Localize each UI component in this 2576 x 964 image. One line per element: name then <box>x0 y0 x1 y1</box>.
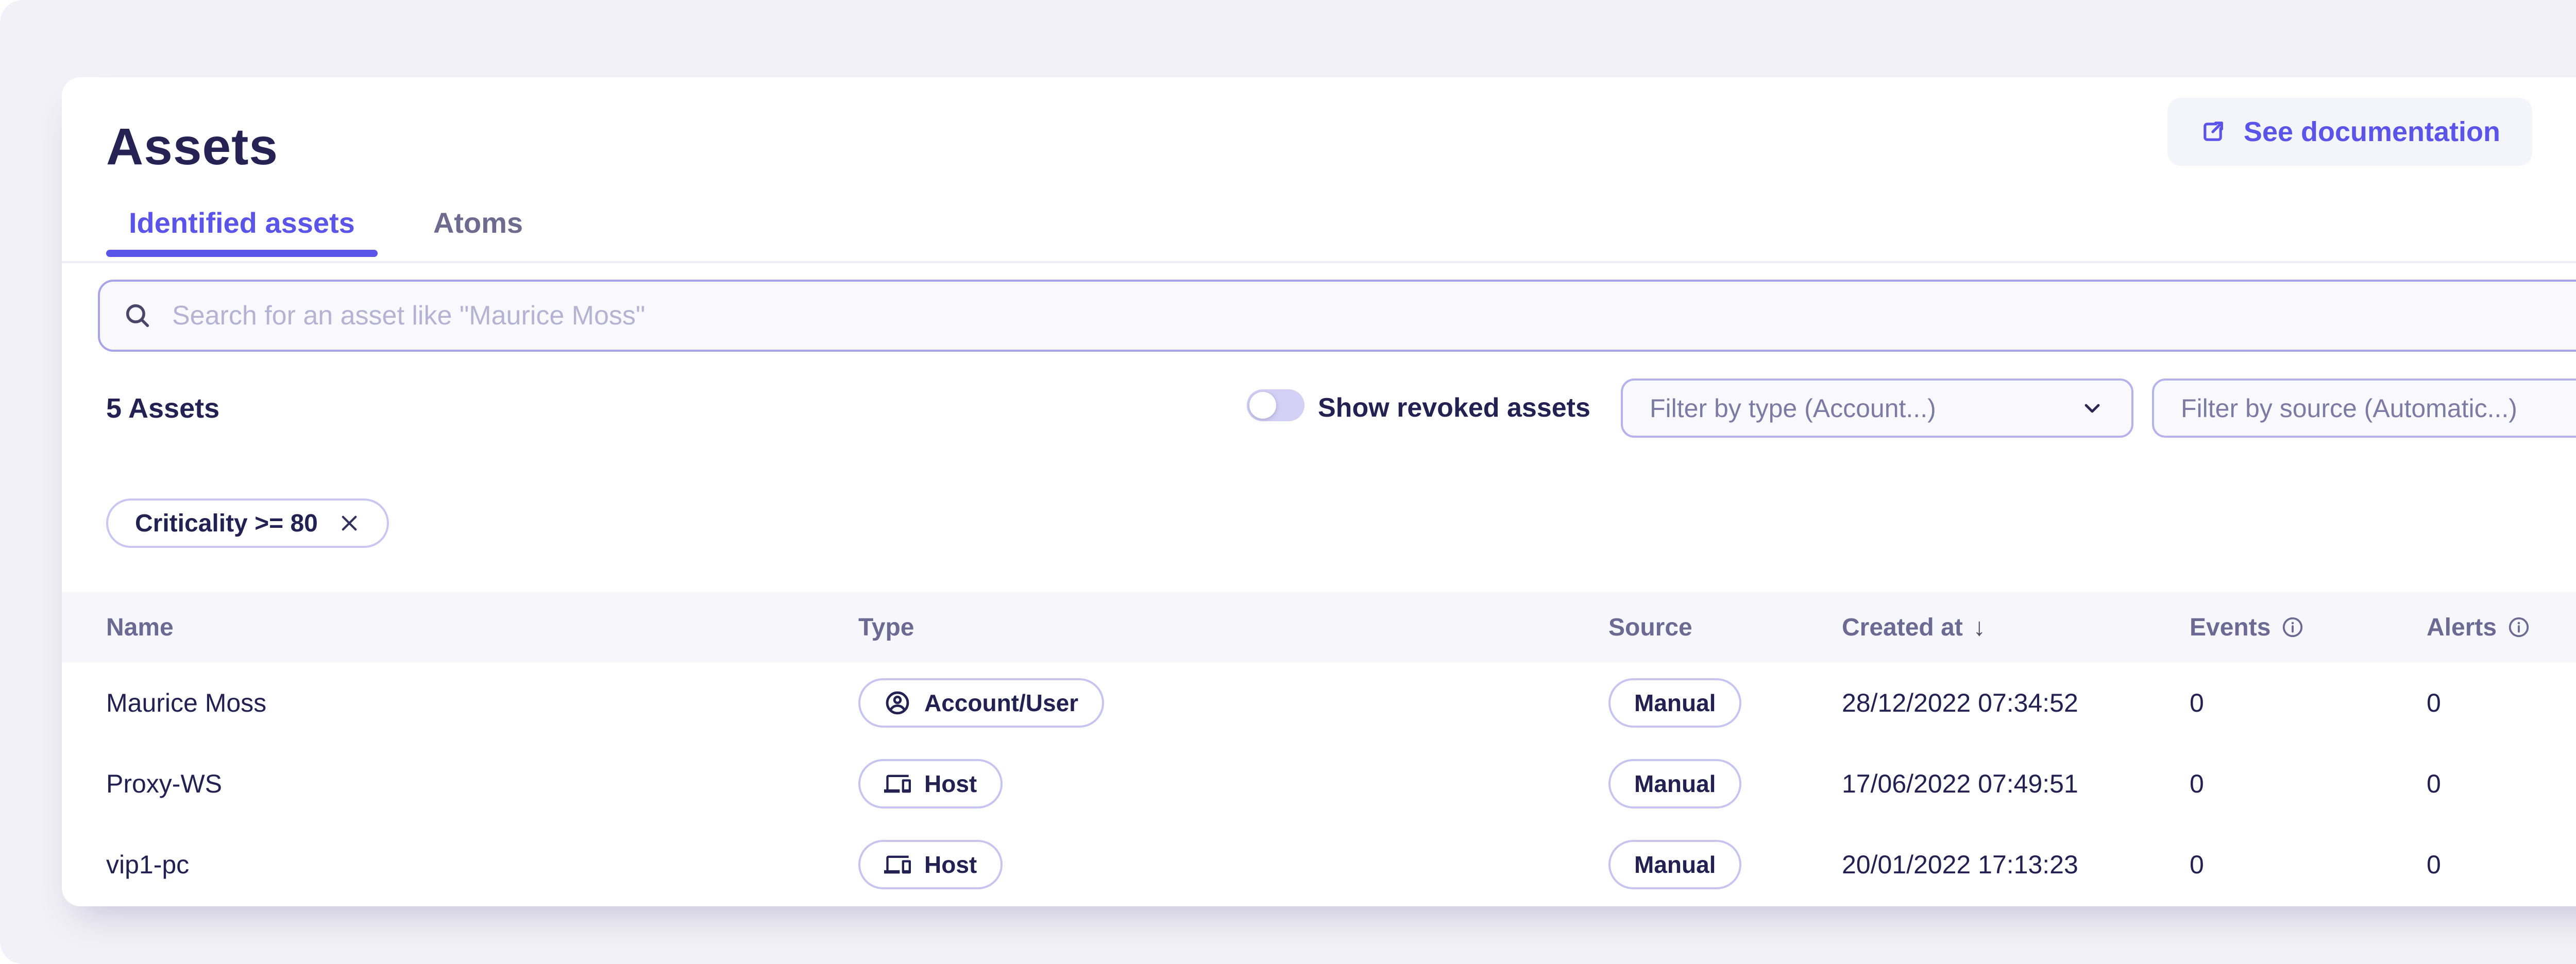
tab-identified-assets[interactable]: Identified assets <box>106 206 378 257</box>
table-body: Maurice Moss Account/User Manual 28/12/2… <box>62 662 2576 905</box>
host-icon <box>884 770 911 797</box>
source-chip: Manual <box>1608 678 1741 728</box>
type-chip: Host <box>858 759 1003 808</box>
criticality-filter-label: Criticality >= 80 <box>135 509 318 538</box>
show-revoked-toggle[interactable] <box>1247 389 1304 421</box>
table-row[interactable]: Proxy-WS Host Manual 17/06/2022 07:49:51… <box>62 743 2576 824</box>
source-chip-label: Manual <box>1634 851 1716 879</box>
show-revoked-label: Show revoked assets <box>1318 392 1590 423</box>
filter-by-type-select[interactable]: Filter by type (Account...) <box>1621 378 2133 438</box>
account-icon <box>884 690 911 716</box>
alerts-value: 0 <box>2427 769 2576 799</box>
type-chip-label: Host <box>924 851 977 879</box>
created-at-value: 17/06/2022 07:49:51 <box>1842 769 2190 799</box>
filter-by-source-value: Filter by source (Automatic...) <box>2181 393 2517 423</box>
events-value: 0 <box>2190 769 2427 799</box>
source-chip: Manual <box>1608 840 1741 889</box>
host-icon <box>884 851 911 878</box>
search-bar <box>98 280 2576 352</box>
info-icon[interactable] <box>2281 615 2304 639</box>
external-link-icon <box>2199 118 2226 145</box>
criticality-filter-chip[interactable]: Criticality >= 80 <box>106 498 389 548</box>
type-chip-label: Account/User <box>924 689 1078 717</box>
column-header-alerts[interactable]: Alerts <box>2427 613 2576 642</box>
asset-name: Maurice Moss <box>106 688 858 718</box>
see-documentation-label: See documentation <box>2244 116 2500 148</box>
page-title: Assets <box>106 117 278 177</box>
alerts-value: 0 <box>2427 850 2576 880</box>
type-chip: Account/User <box>858 678 1104 728</box>
column-header-type[interactable]: Type <box>858 613 1608 642</box>
column-header-events[interactable]: Events <box>2190 613 2427 642</box>
table-row[interactable]: Maurice Moss Account/User Manual 28/12/2… <box>62 662 2576 743</box>
info-icon[interactable] <box>2507 615 2531 639</box>
tabs: Identified assets Atoms <box>106 206 546 257</box>
toggle-knob <box>1249 392 1276 419</box>
assets-card: Assets See documentation + New asset Ide… <box>62 77 2576 906</box>
source-chip-label: Manual <box>1634 770 1716 798</box>
tabs-divider <box>62 261 2576 263</box>
tab-atoms[interactable]: Atoms <box>411 206 546 257</box>
search-input[interactable] <box>171 300 2576 332</box>
page-background: Assets See documentation + New asset Ide… <box>0 0 2576 964</box>
table-header: Name Type Source Created at ↓ Events Ale… <box>62 592 2576 662</box>
search-icon <box>123 301 152 331</box>
see-documentation-button[interactable]: See documentation <box>2167 98 2532 166</box>
events-value: 0 <box>2190 688 2427 718</box>
table-row[interactable]: vip1-pc Host Manual 20/01/2022 17:13:23 … <box>62 824 2576 905</box>
type-chip: Host <box>858 840 1003 889</box>
chevron-down-icon <box>2080 396 2105 421</box>
events-value: 0 <box>2190 850 2427 880</box>
created-at-value: 28/12/2022 07:34:52 <box>1842 688 2190 718</box>
close-icon[interactable] <box>338 512 360 534</box>
type-chip-label: Host <box>924 770 977 798</box>
sort-desc-icon[interactable]: ↓ <box>1973 613 1986 642</box>
column-header-name[interactable]: Name <box>106 613 858 642</box>
created-at-value: 20/01/2022 17:13:23 <box>1842 850 2190 880</box>
column-header-source[interactable]: Source <box>1608 613 1842 642</box>
asset-count: 5 Assets <box>106 392 219 424</box>
source-chip: Manual <box>1608 759 1741 808</box>
filter-by-source-select[interactable]: Filter by source (Automatic...) <box>2152 378 2576 438</box>
asset-name: vip1-pc <box>106 850 858 880</box>
asset-name: Proxy-WS <box>106 769 858 799</box>
column-header-created-at[interactable]: Created at ↓ <box>1842 613 2190 642</box>
source-chip-label: Manual <box>1634 689 1716 717</box>
alerts-value: 0 <box>2427 688 2576 718</box>
filter-by-type-value: Filter by type (Account...) <box>1650 393 1936 423</box>
